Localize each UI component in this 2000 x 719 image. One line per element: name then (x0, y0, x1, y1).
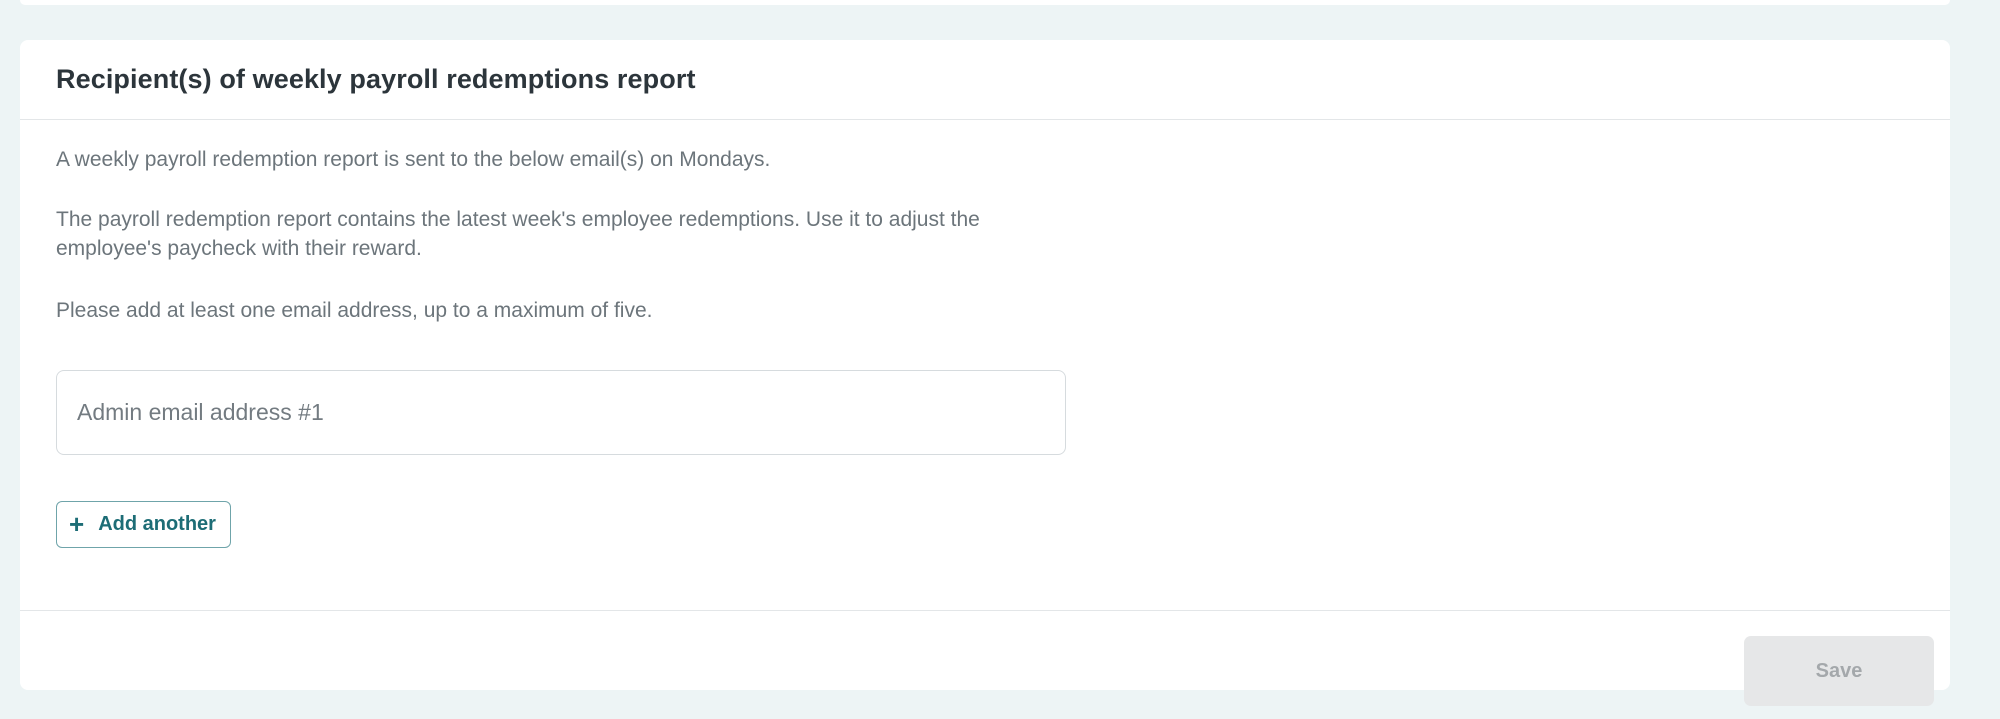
description-limit: Please add at least one email address, u… (56, 299, 653, 322)
payroll-report-recipients-card: Recipient(s) of weekly payroll redemptio… (20, 40, 1950, 706)
card-body: A weekly payroll redemption report is se… (20, 120, 1950, 611)
add-another-button[interactable]: + Add another (56, 501, 231, 548)
card-header: Recipient(s) of weekly payroll redemptio… (20, 40, 1950, 120)
previous-card-edge (20, 0, 1950, 5)
section-title: Recipient(s) of weekly payroll redemptio… (56, 64, 696, 94)
plus-icon: + (69, 508, 85, 539)
save-button[interactable]: Save (1744, 636, 1934, 706)
card-footer: Save (20, 611, 1950, 706)
description-schedule: A weekly payroll redemption report is se… (56, 148, 771, 171)
description-contents: The payroll redemption report contains t… (56, 208, 980, 260)
admin-email-input-1[interactable] (56, 370, 1066, 455)
add-another-label: Add another (98, 513, 216, 535)
